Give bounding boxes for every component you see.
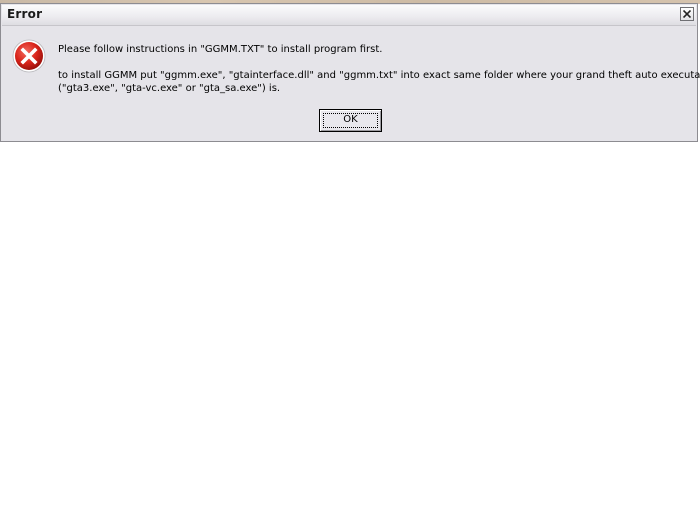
ok-button-label: OK bbox=[343, 114, 358, 125]
window-title: Error bbox=[7, 7, 43, 21]
close-icon bbox=[683, 10, 691, 18]
close-button[interactable] bbox=[680, 7, 694, 21]
title-bar[interactable]: Error bbox=[2, 5, 696, 26]
message-line-1: Please follow instructions in "GGMM.TXT"… bbox=[58, 44, 383, 55]
message-line-2: to install GGMM put "ggmm.exe", "gtainte… bbox=[58, 69, 700, 95]
error-dialog: Error Please follow instructions in "GGM… bbox=[0, 3, 700, 142]
message-line-2b: ("gta3.exe", "gta-vc.exe" or "gta_sa.exe… bbox=[58, 83, 281, 94]
ok-button[interactable]: OK bbox=[319, 109, 382, 132]
message-line-2a: to install GGMM put "ggmm.exe", "gtainte… bbox=[58, 70, 700, 81]
error-icon bbox=[12, 39, 46, 73]
